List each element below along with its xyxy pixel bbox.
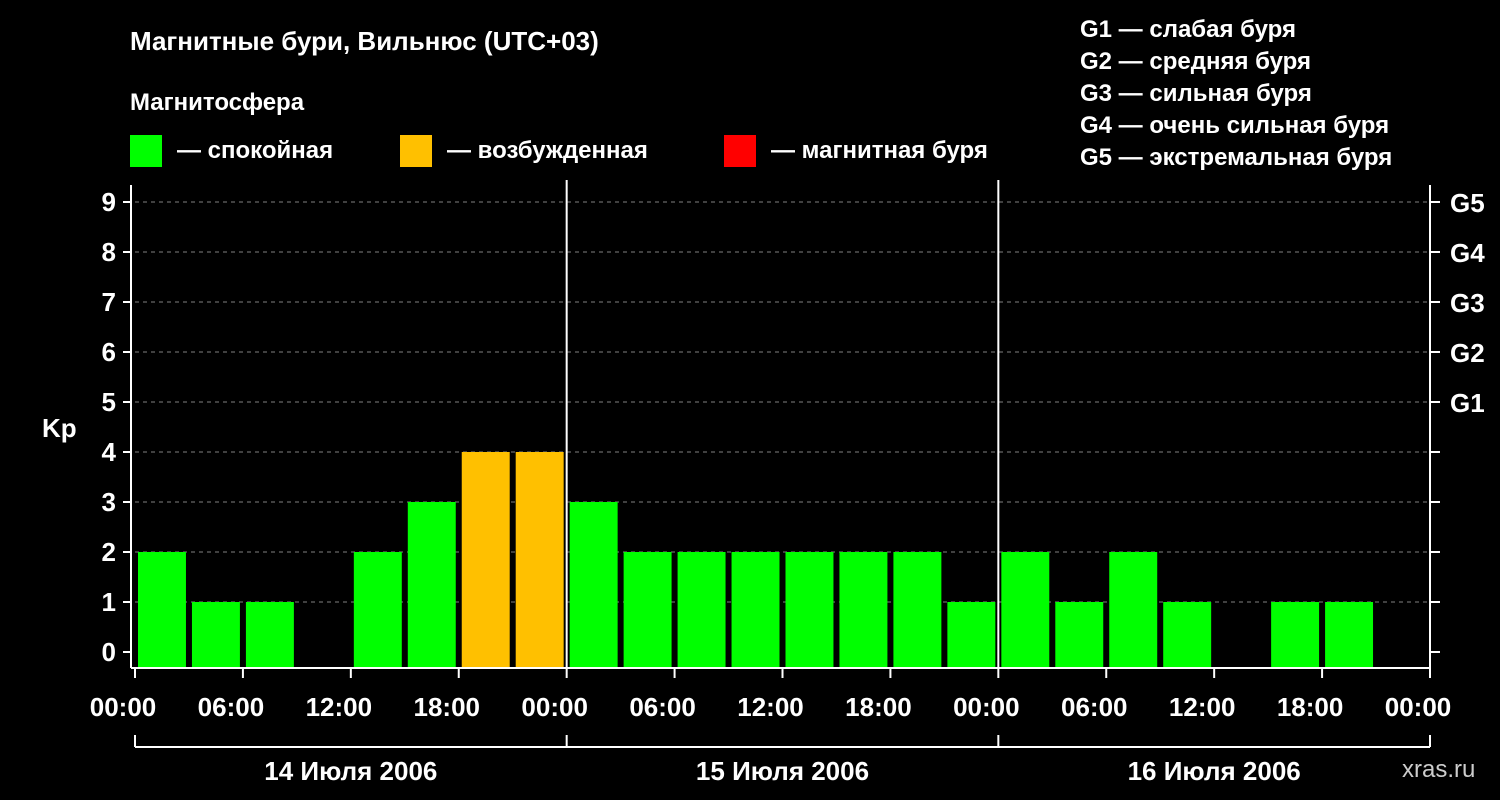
kp-bar (1001, 552, 1050, 668)
x-tick-label: 18:00 (1277, 692, 1344, 722)
y-tick-label: 2 (102, 537, 116, 567)
kp-bar (569, 502, 618, 668)
legend-label-quiet: — спокойная (177, 137, 333, 164)
x-tick-label: 00:00 (953, 692, 1020, 722)
kp-bar (677, 552, 726, 668)
kp-bar (1325, 602, 1374, 668)
y-tick-label: 8 (102, 237, 116, 267)
storm-scale-g1: G1 — слабая буря (1080, 16, 1296, 43)
kp-bar (893, 552, 942, 668)
storm-scale-g2: G2 — средняя буря (1080, 48, 1311, 75)
storm-level-label: G4 (1450, 238, 1485, 268)
x-tick-label: 18:00 (414, 692, 481, 722)
storm-level-tick-labels: G1 G2 G3 G4 G5 (1450, 188, 1485, 418)
legend: — спокойная — возбужденная — магнитная б… (130, 135, 988, 167)
kp-bar (947, 602, 996, 668)
kp-chart: Магнитные бури, Вильнюс (UTC+03) Магнито… (42, 16, 1485, 786)
kp-bar (407, 502, 456, 668)
legend-swatch-quiet (130, 135, 162, 167)
y-tick-label: 5 (102, 387, 116, 417)
kp-bar (785, 552, 834, 668)
legend-label-active: — возбужденная (447, 137, 648, 164)
x-tick-labels: 00:00 06:00 12:00 18:00 00:00 06:00 12:00 18:00… (90, 692, 1452, 722)
y-tick-label: 9 (102, 187, 116, 217)
kp-bar (1271, 602, 1320, 668)
storm-level-label: G1 (1450, 388, 1485, 418)
y-tick-label: 3 (102, 487, 116, 517)
storm-scale-g3: G3 — сильная буря (1080, 80, 1312, 107)
y-tick-label: 0 (102, 637, 116, 667)
y-tick-label: 6 (102, 337, 116, 367)
y-tick-label: 4 (102, 437, 117, 467)
storm-level-label: G2 (1450, 338, 1485, 368)
x-tick-label: 06:00 (629, 692, 696, 722)
x-tick-label: 00:00 (90, 692, 157, 722)
chart-title: Магнитные бури, Вильнюс (UTC+03) (130, 26, 599, 56)
watermark: xras.ru (1402, 756, 1475, 783)
x-tick-label: 12:00 (737, 692, 804, 722)
kp-bar (191, 602, 240, 668)
day-label: 14 Июля 2006 (264, 756, 437, 786)
gridlines (135, 201, 1430, 603)
kp-bar (1055, 602, 1104, 668)
storm-scale-legend: G1 — слабая буря G2 — средняя буря G3 — … (1080, 16, 1392, 171)
bars (138, 452, 1374, 668)
storm-scale-g5: G5 — экстремальная буря (1080, 144, 1392, 171)
y-tick-labels: 0 1 2 3 4 5 6 7 8 9 (102, 187, 117, 667)
day-label: 16 Июля 2006 (1128, 756, 1301, 786)
storm-scale-g4: G4 — очень сильная буря (1080, 112, 1389, 139)
x-tick-label: 18:00 (845, 692, 912, 722)
kp-bar (515, 452, 564, 668)
kp-bar (138, 552, 186, 668)
kp-bar (1163, 602, 1212, 668)
x-tick-label: 06:00 (198, 692, 265, 722)
y-axis-label: Kp (42, 413, 77, 443)
axes (123, 180, 1440, 748)
legend-title: Магнитосфера (130, 89, 305, 116)
y-tick-label: 1 (102, 587, 116, 617)
kp-bar (353, 552, 402, 668)
legend-label-storm: — магнитная буря (771, 137, 988, 164)
kp-bar (839, 552, 888, 668)
x-tick-label: 12:00 (306, 692, 373, 722)
day-label: 15 Июля 2006 (696, 756, 869, 786)
storm-level-label: G3 (1450, 288, 1485, 318)
kp-bar (623, 552, 672, 668)
legend-swatch-active (400, 135, 432, 167)
kp-bar (1109, 552, 1158, 668)
storm-level-label: G5 (1450, 188, 1485, 218)
y-tick-label: 7 (102, 287, 116, 317)
kp-bar (245, 602, 294, 668)
legend-swatch-storm (724, 135, 756, 167)
x-tick-label: 00:00 (1385, 692, 1452, 722)
day-labels: 14 Июля 2006 15 Июля 2006 16 Июля 2006 (264, 756, 1300, 786)
kp-bar (461, 452, 510, 668)
kp-bar (731, 552, 780, 668)
x-tick-label: 00:00 (521, 692, 588, 722)
x-tick-label: 06:00 (1061, 692, 1128, 722)
x-tick-label: 12:00 (1169, 692, 1236, 722)
